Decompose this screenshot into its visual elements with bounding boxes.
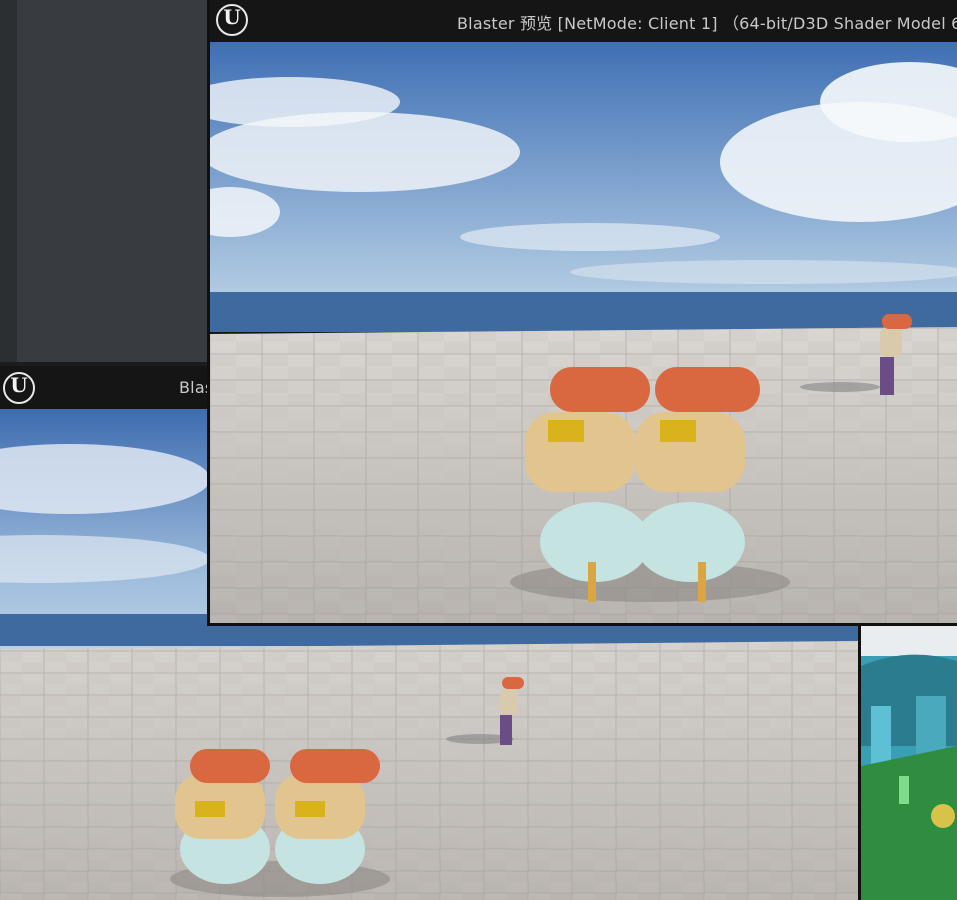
unreal-engine-logo-icon: U	[3, 372, 35, 404]
pie-window-client-2[interactable]	[858, 626, 957, 900]
window-titlebar[interactable]: U Blaster 预览 [NetMode: Client 1] （64-bit…	[210, 0, 957, 42]
unreal-engine-logo-icon: U	[216, 4, 248, 36]
editor-background-panel	[0, 0, 210, 366]
window-title: Blaster 预览 [NetMode: Client 1] （64-bit/D…	[457, 14, 957, 33]
editor-side-strip	[0, 0, 17, 366]
game-scene	[210, 42, 957, 623]
arena-scene	[861, 626, 957, 900]
pie-window-client-1[interactable]: U Blaster 预览 [NetMode: Client 1] （64-bit…	[207, 0, 957, 626]
game-viewport[interactable]	[210, 42, 957, 623]
game-viewport-thumbnail[interactable]	[861, 626, 957, 900]
